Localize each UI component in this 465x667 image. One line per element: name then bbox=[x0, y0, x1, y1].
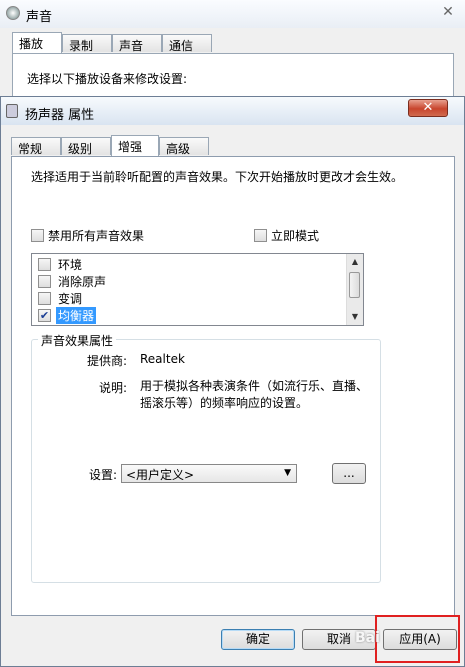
immediate-mode-label: 立即模式 bbox=[271, 229, 320, 243]
ok-button[interactable]: 确定 bbox=[221, 629, 295, 650]
tab-recording[interactable]: 录制 bbox=[62, 34, 112, 53]
effects-scrollbar[interactable]: ▲ ▼ bbox=[346, 254, 363, 325]
provider-label: 提供商: bbox=[86, 354, 127, 368]
properties-icon bbox=[6, 104, 18, 118]
speaker-icon bbox=[6, 6, 20, 20]
sound-window-titlebar: 声音 ✕ bbox=[0, 0, 465, 28]
list-item[interactable]: 变调 bbox=[38, 290, 84, 307]
tab-general[interactable]: 常规 bbox=[11, 137, 61, 156]
close-icon[interactable]: ✕ bbox=[437, 4, 459, 22]
effect-label: 消除原声 bbox=[58, 275, 107, 289]
description-value: 用于模拟各种表演条件（如流行乐、直播、摇滚乐等）的频率响应的设置。 bbox=[140, 379, 369, 410]
settings-label: 设置: bbox=[88, 468, 117, 482]
dialog-titlebar: 扬声器 属性 ✕ bbox=[1, 97, 464, 125]
immediate-mode-checkbox[interactable]: 立即模式 bbox=[254, 227, 319, 244]
tab-communications[interactable]: 通信 bbox=[162, 34, 212, 53]
playback-instruction: 选择以下播放设备来修改设置: bbox=[27, 72, 188, 86]
chevron-down-icon[interactable]: ▼ bbox=[284, 468, 291, 478]
checkbox-box[interactable]: ✔ bbox=[38, 309, 51, 322]
list-item[interactable]: 消除原声 bbox=[38, 273, 108, 290]
effect-label: 环境 bbox=[58, 258, 83, 272]
dialog-close-button[interactable]: ✕ bbox=[408, 99, 448, 117]
provider-value: Realtek bbox=[140, 352, 185, 366]
tab-enhancements[interactable]: 增强 bbox=[111, 135, 159, 156]
checkbox-box[interactable] bbox=[254, 229, 267, 242]
list-item[interactable]: 环境 bbox=[38, 256, 84, 273]
scroll-thumb[interactable] bbox=[349, 272, 360, 298]
list-item[interactable]: ✔ 均衡器 bbox=[38, 307, 97, 324]
enhancements-panel: 选择适用于当前聆听配置的声音效果。下次开始播放时更改才会生效。 禁用所有声音效果… bbox=[11, 156, 455, 616]
tab-playback[interactable]: 播放 bbox=[12, 32, 62, 53]
effects-list[interactable]: 环境 消除原声 变调 ✔ 均衡器 ▲ ▼ bbox=[31, 253, 364, 326]
checkbox-box[interactable] bbox=[38, 275, 51, 288]
disable-all-effects-checkbox[interactable]: 禁用所有声音效果 bbox=[31, 227, 144, 244]
settings-select[interactable]: <用户定义> ▼ bbox=[121, 464, 297, 483]
scroll-up-icon[interactable]: ▲ bbox=[347, 254, 363, 270]
speaker-properties-dialog: 扬声器 属性 ✕ 常规 级别 增强 高级 选择适用于当前聆听配置的声音效果。下次… bbox=[0, 96, 465, 667]
enhancements-description: 选择适用于当前聆听配置的声音效果。下次开始播放时更改才会生效。 bbox=[31, 170, 404, 184]
checkbox-box[interactable] bbox=[38, 258, 51, 271]
tab-advanced[interactable]: 高级 bbox=[159, 137, 209, 156]
settings-select-value: <用户定义> bbox=[126, 468, 195, 482]
disable-all-effects-label: 禁用所有声音效果 bbox=[48, 229, 145, 243]
effect-label: 均衡器 bbox=[56, 307, 97, 324]
tab-levels[interactable]: 级别 bbox=[61, 137, 111, 156]
sound-window-title: 声音 bbox=[26, 10, 53, 25]
effect-label: 变调 bbox=[58, 292, 83, 306]
checkbox-box[interactable] bbox=[38, 292, 51, 305]
tab-sounds[interactable]: 声音 bbox=[112, 34, 162, 53]
dialog-title: 扬声器 属性 bbox=[25, 108, 95, 123]
more-settings-button[interactable]: ... bbox=[332, 463, 366, 484]
watermark-text: Bai bbox=[355, 630, 380, 646]
effect-properties-title: 声音效果属性 bbox=[38, 332, 117, 349]
checkbox-box[interactable] bbox=[31, 229, 44, 242]
dialog-tabs: 常规 级别 增强 高级 bbox=[11, 135, 451, 157]
effect-properties-group: 声音效果属性 bbox=[31, 332, 381, 583]
scroll-down-icon[interactable]: ▼ bbox=[347, 309, 363, 325]
apply-highlight-box bbox=[375, 615, 460, 663]
description-label: 说明: bbox=[98, 381, 127, 395]
